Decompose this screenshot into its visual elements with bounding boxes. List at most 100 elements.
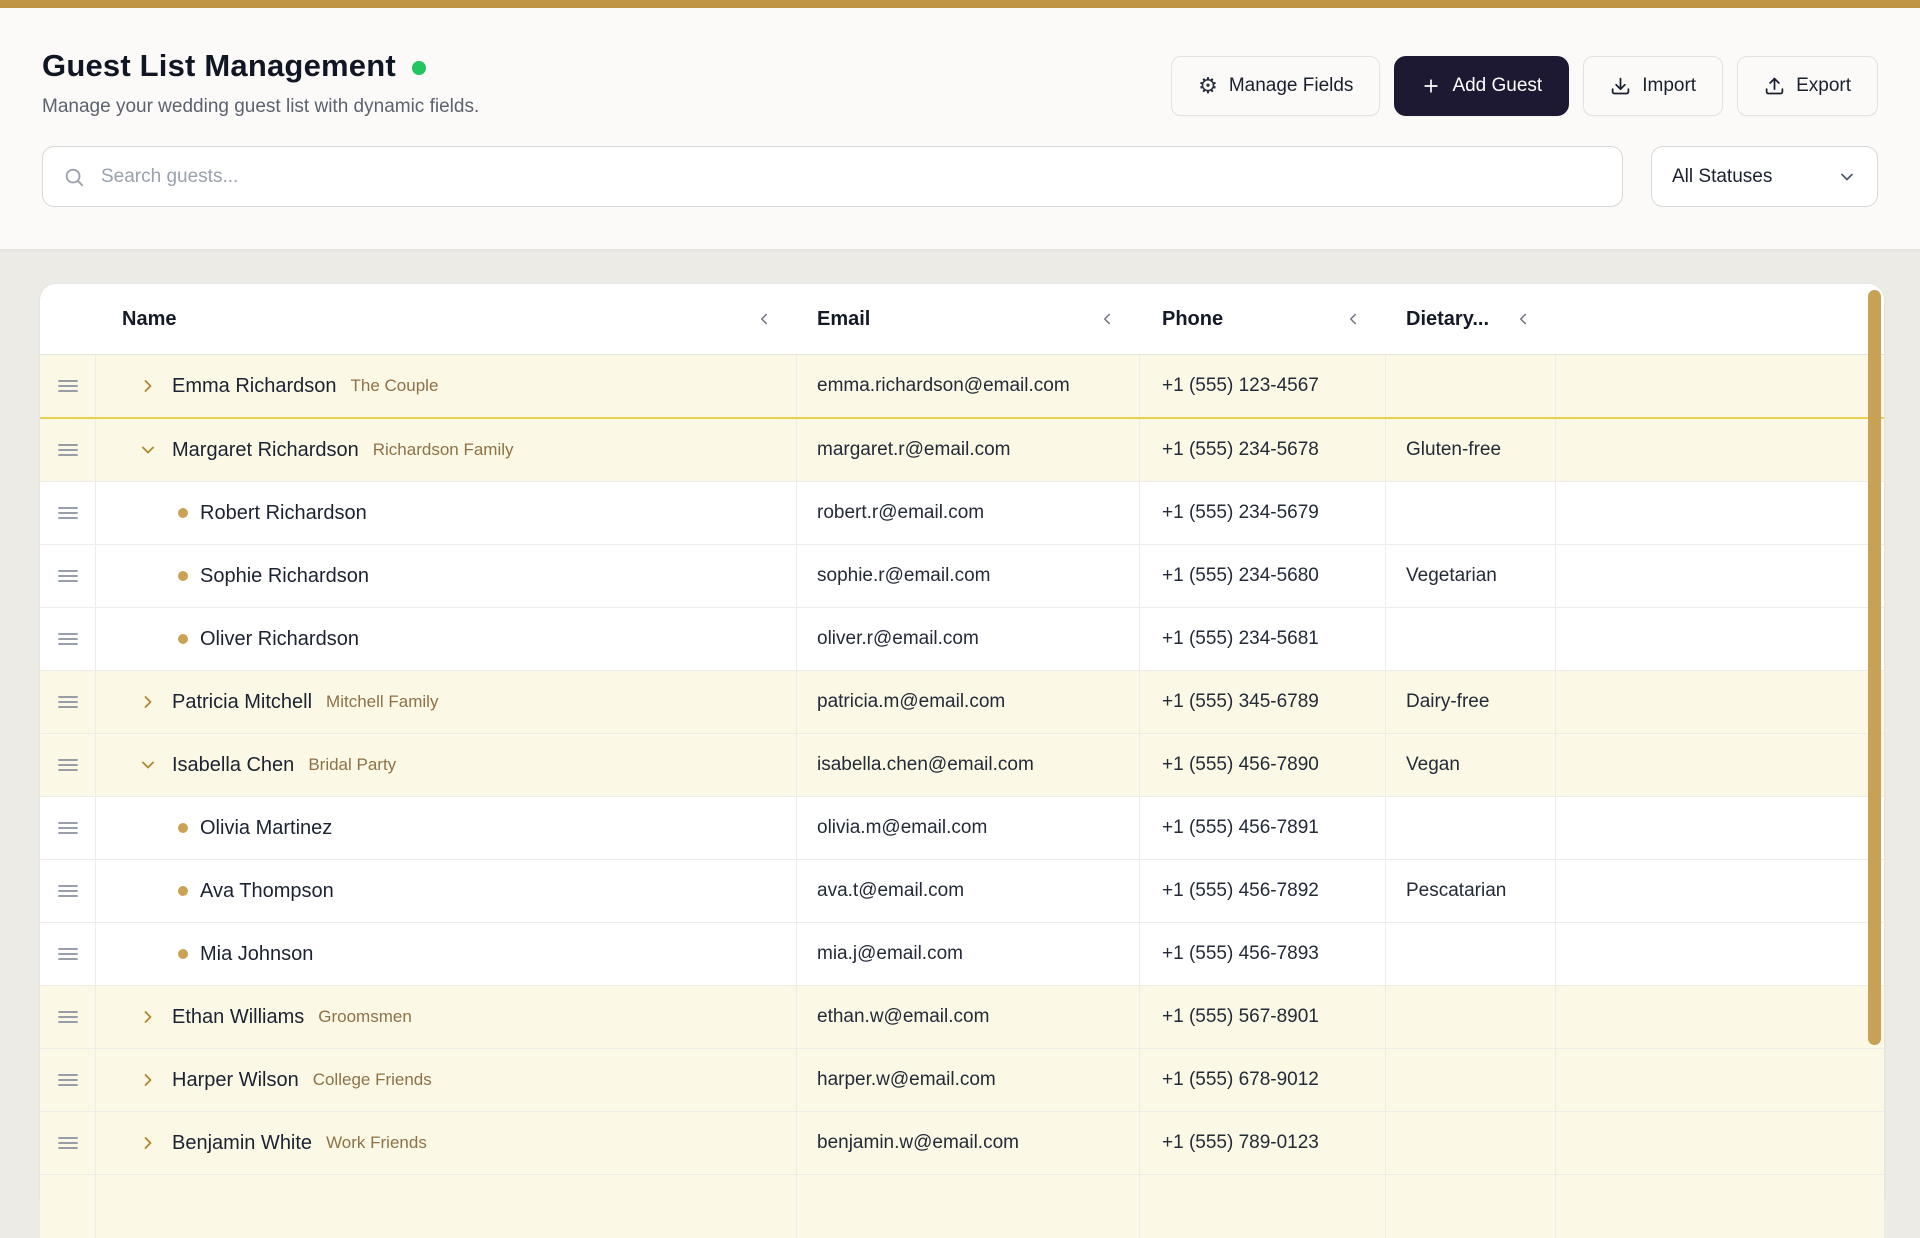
accent-top-bar	[0, 0, 1920, 8]
table-row: Ethan Williams Groomsmen ethan.w@email.c…	[40, 986, 1884, 1049]
phone-cell: +1 (555) 678-9012	[1140, 1049, 1386, 1111]
import-label: Import	[1642, 75, 1696, 97]
spacer-cell	[1556, 545, 1884, 607]
guest-dietary: Dairy-free	[1406, 691, 1489, 713]
plus-icon	[1421, 76, 1441, 96]
collapse-row-icon[interactable]	[138, 440, 158, 460]
table-row: Benjamin White Work Friends benjamin.w@e…	[40, 1112, 1884, 1175]
collapse-column-icon[interactable]	[1344, 310, 1362, 328]
dietary-cell	[1386, 355, 1556, 417]
table-row: Sophie Richardson sophie.r@email.com +1 …	[40, 545, 1884, 608]
column-label: Dietary...	[1406, 308, 1489, 331]
drag-handle-icon	[57, 946, 79, 962]
drag-handle[interactable]	[40, 860, 96, 922]
search-input[interactable]	[99, 165, 1602, 189]
name-cell: Oliver Richardson	[96, 608, 797, 670]
table-row: Oliver Richardson oliver.r@email.com +1 …	[40, 608, 1884, 671]
add-guest-button[interactable]: Add Guest	[1394, 56, 1569, 116]
drag-handle[interactable]	[40, 355, 96, 417]
drag-handle[interactable]	[40, 797, 96, 859]
dietary-cell	[1386, 1112, 1556, 1174]
email-cell: emma.richardson@email.com	[797, 355, 1140, 417]
spacer-cell	[1556, 734, 1884, 796]
guest-group-label: The Couple	[351, 376, 439, 396]
name-cell: Harper Wilson College Friends	[96, 1049, 797, 1111]
drag-handle[interactable]	[40, 986, 96, 1048]
email-cell	[797, 1175, 1140, 1238]
collapse-column-icon[interactable]	[1514, 310, 1532, 328]
drag-handle[interactable]	[40, 1049, 96, 1111]
collapse-row-icon[interactable]	[138, 755, 158, 775]
guest-email: harper.w@email.com	[817, 1069, 996, 1091]
drag-handle-icon	[57, 505, 79, 521]
drag-handle[interactable]	[40, 545, 96, 607]
page-header: Guest List Management Manage your weddin…	[0, 8, 1920, 249]
guest-phone: +1 (555) 234-5679	[1162, 502, 1319, 524]
expand-row-icon[interactable]	[138, 1007, 158, 1027]
guest-email: margaret.r@email.com	[817, 439, 1011, 461]
table-body: Emma Richardson The Couple emma.richards…	[40, 355, 1884, 1238]
name-cell: Robert Richardson	[96, 482, 797, 544]
dietary-cell	[1386, 797, 1556, 859]
status-dot	[412, 61, 426, 75]
drag-handle[interactable]	[40, 1112, 96, 1174]
drag-handle[interactable]	[40, 671, 96, 733]
guest-phone: +1 (555) 456-7893	[1162, 943, 1319, 965]
email-cell: ethan.w@email.com	[797, 986, 1140, 1048]
drag-handle[interactable]	[40, 1175, 96, 1238]
drag-handle[interactable]	[40, 482, 96, 544]
table-header-row: Name Email Phone Dietary...	[40, 284, 1884, 355]
guest-name: Isabella Chen	[172, 754, 294, 777]
column-label: Phone	[1162, 308, 1223, 331]
guest-phone: +1 (555) 456-7890	[1162, 754, 1319, 776]
spacer-cell	[1556, 355, 1884, 417]
manage-fields-button[interactable]: ⚙ Manage Fields	[1171, 56, 1380, 116]
drag-handle-icon	[57, 757, 79, 773]
guest-phone: +1 (555) 678-9012	[1162, 1069, 1319, 1091]
page-subtitle: Manage your wedding guest list with dyna…	[42, 96, 479, 118]
drag-handle-icon	[57, 694, 79, 710]
import-button[interactable]: Import	[1583, 56, 1723, 116]
name-cell: Patricia Mitchell Mitchell Family	[96, 671, 797, 733]
table-row: Harper Wilson College Friends harper.w@e…	[40, 1049, 1884, 1112]
expand-row-icon[interactable]	[138, 376, 158, 396]
expand-row-icon[interactable]	[138, 1133, 158, 1153]
guest-name: Benjamin White	[172, 1132, 312, 1155]
guest-email: ethan.w@email.com	[817, 1006, 989, 1028]
export-label: Export	[1796, 75, 1851, 97]
phone-cell: +1 (555) 567-8901	[1140, 986, 1386, 1048]
name-cell: Olivia Martinez	[96, 797, 797, 859]
guest-dietary: Gluten-free	[1406, 439, 1501, 461]
phone-cell: +1 (555) 123-4567	[1140, 355, 1386, 417]
title-block: Guest List Management Manage your weddin…	[42, 48, 479, 118]
expand-row-icon[interactable]	[138, 1070, 158, 1090]
member-dot-icon	[178, 634, 188, 644]
expand-row-icon[interactable]	[138, 692, 158, 712]
collapse-column-icon[interactable]	[1098, 310, 1116, 328]
spacer-cell	[1556, 923, 1884, 985]
guest-email: oliver.r@email.com	[817, 628, 979, 650]
page-title: Guest List Management	[42, 48, 396, 84]
guest-email: patricia.m@email.com	[817, 691, 1005, 713]
table-row	[40, 1175, 1884, 1238]
column-label: Name	[122, 308, 176, 331]
export-button[interactable]: Export	[1737, 56, 1878, 116]
spacer-cell	[1556, 671, 1884, 733]
phone-cell: +1 (555) 234-5680	[1140, 545, 1386, 607]
collapse-column-icon[interactable]	[755, 310, 773, 328]
phone-cell: +1 (555) 345-6789	[1140, 671, 1386, 733]
drag-handle[interactable]	[40, 923, 96, 985]
guest-name: Emma Richardson	[172, 375, 337, 398]
drag-handle-icon	[57, 631, 79, 647]
dietary-cell	[1386, 1175, 1556, 1238]
drag-handle[interactable]	[40, 608, 96, 670]
guest-group-label: Richardson Family	[373, 440, 514, 460]
status-filter[interactable]: All Statuses	[1651, 146, 1878, 207]
spacer-cell	[1556, 608, 1884, 670]
drag-handle[interactable]	[40, 734, 96, 796]
email-cell: sophie.r@email.com	[797, 545, 1140, 607]
guest-dietary: Pescatarian	[1406, 880, 1506, 902]
drag-handle[interactable]	[40, 419, 96, 481]
guest-name: Oliver Richardson	[200, 628, 359, 651]
scrollbar-thumb[interactable]	[1868, 290, 1881, 1045]
